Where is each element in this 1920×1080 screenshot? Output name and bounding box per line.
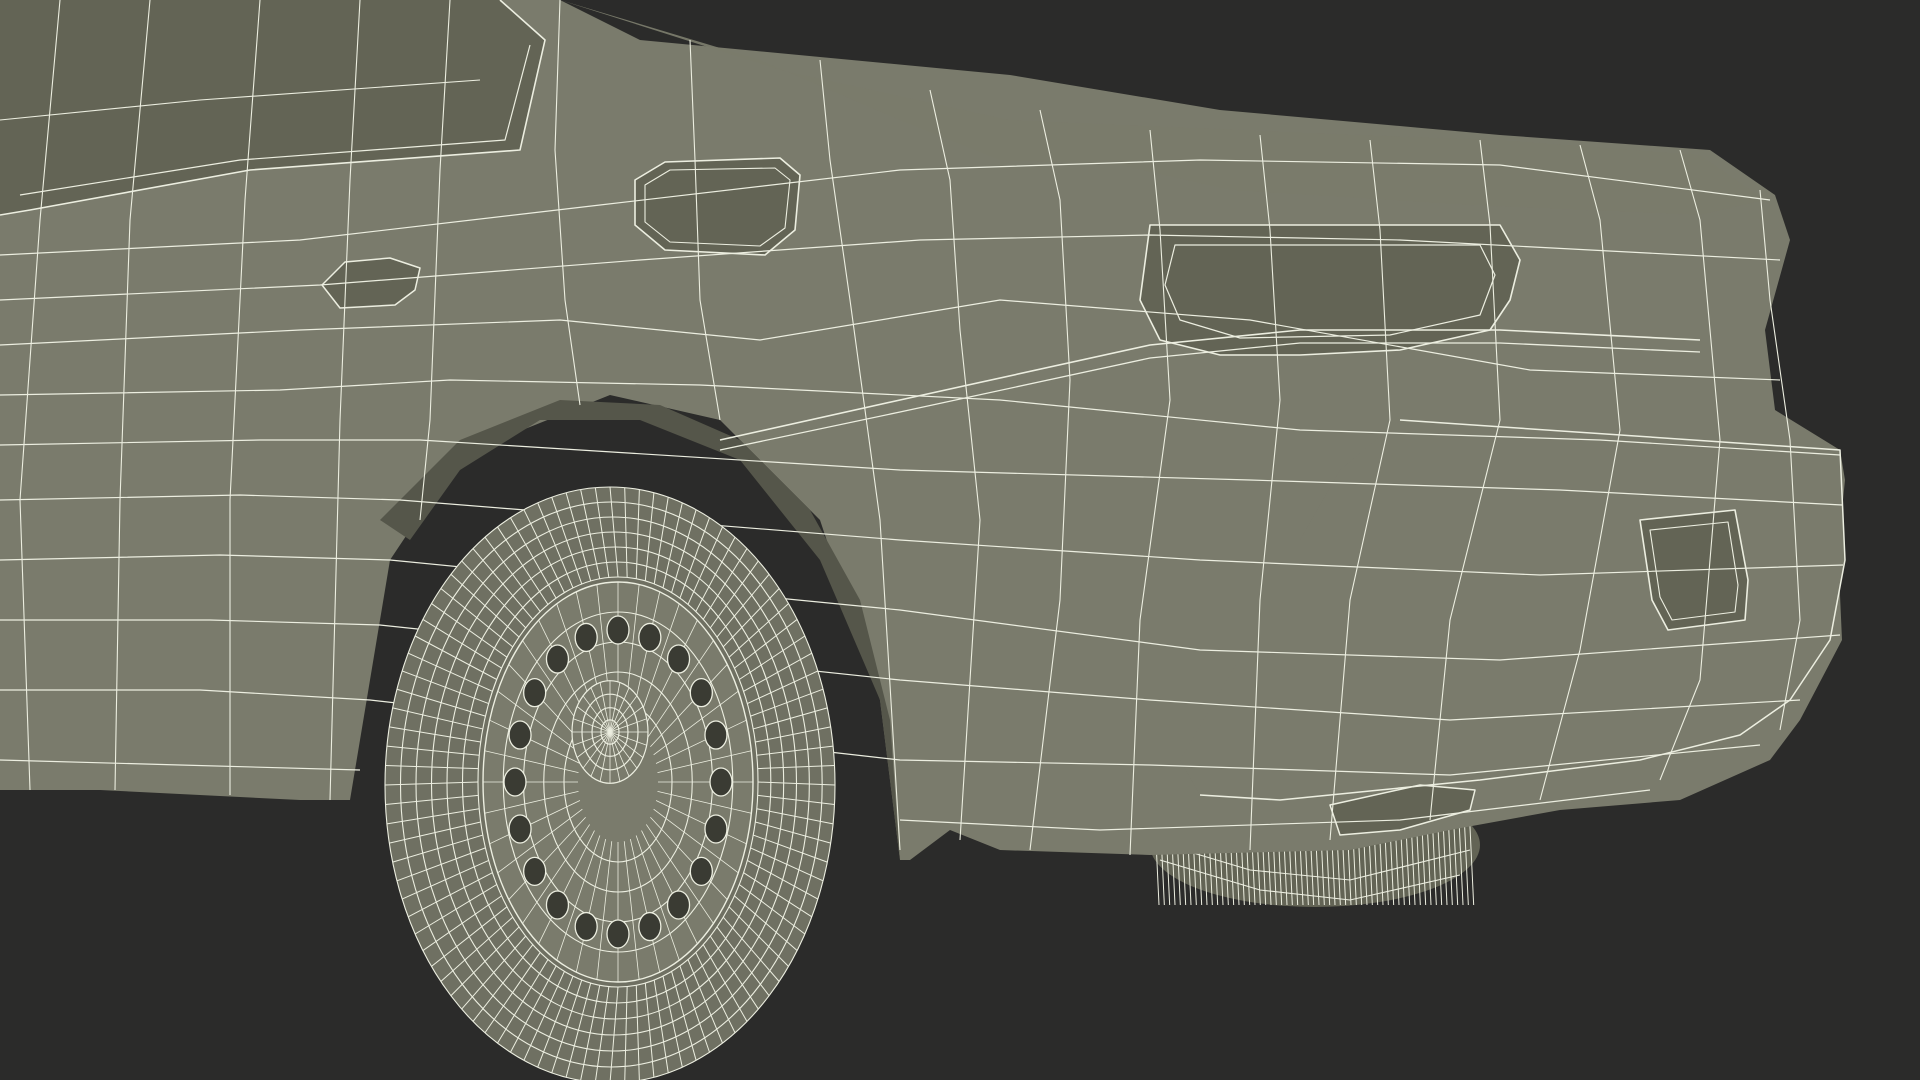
rim-hole [606, 919, 630, 949]
rim-hole [689, 856, 713, 886]
rim-hole [545, 644, 570, 674]
rim-hole [638, 622, 662, 653]
rim-hole [704, 720, 728, 750]
wireframe-car-render [0, 0, 1920, 1080]
rim-hole [508, 720, 532, 750]
rim-hole [709, 767, 733, 797]
rim-hole [606, 615, 630, 645]
rim-hole [704, 814, 728, 844]
rim-hole [689, 678, 713, 708]
rim-hole [503, 767, 527, 797]
near-rear-wheel [384, 486, 836, 1080]
rim-hole [666, 644, 691, 674]
render-viewport [0, 0, 1920, 1080]
rim-hole [638, 911, 662, 942]
rim-hole [574, 622, 598, 653]
fuel-door [635, 158, 800, 255]
rim-hole [523, 678, 547, 708]
rim-hole [545, 890, 570, 920]
hub [571, 680, 649, 784]
rim-hole [523, 856, 547, 886]
rim-hole [574, 911, 598, 942]
rim-hole [666, 890, 691, 920]
rim-hole [508, 814, 532, 844]
